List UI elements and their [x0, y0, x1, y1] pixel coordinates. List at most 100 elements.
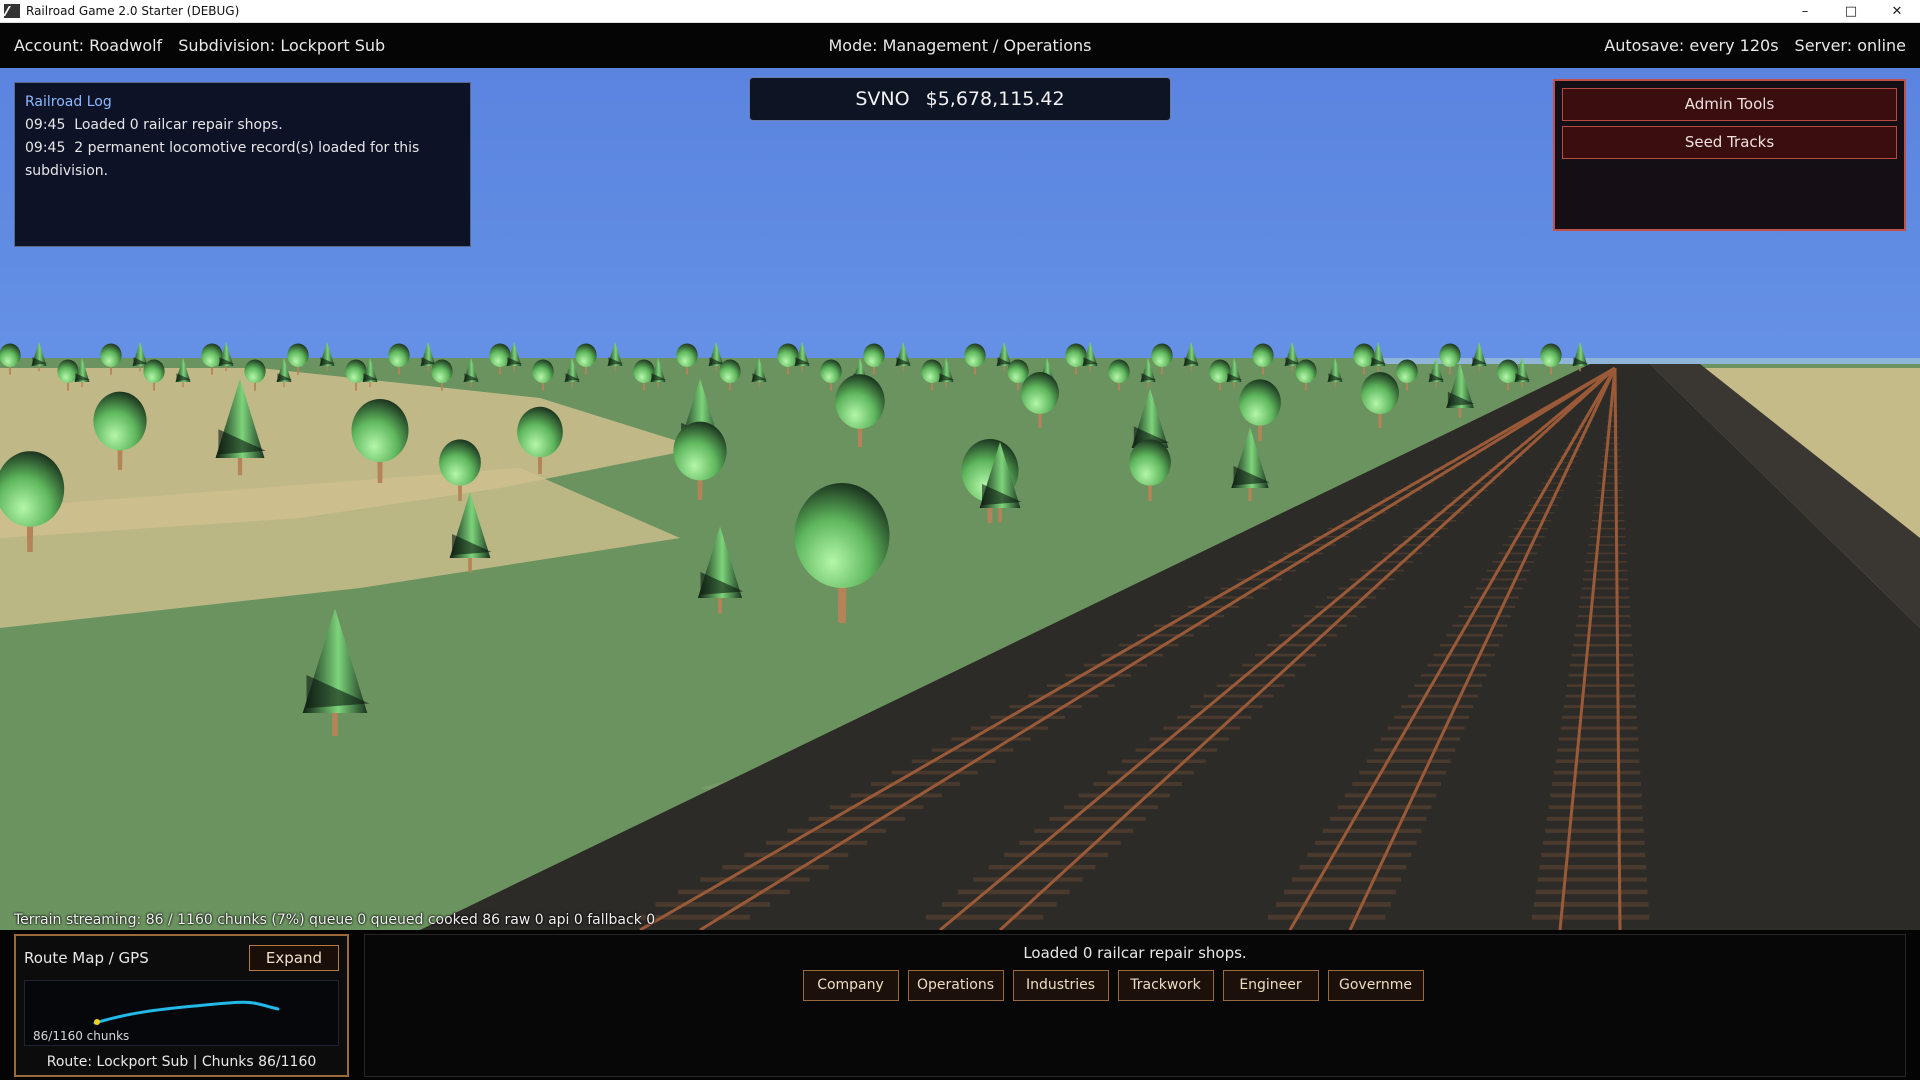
tree-foliage	[100, 343, 122, 367]
tree-foliage	[1129, 439, 1171, 486]
tree-foliage	[143, 359, 165, 383]
tree-trunk	[237, 458, 243, 476]
tree-trunk	[1334, 382, 1336, 388]
log-entry: 09:45 Loaded 0 railcar repair shops.	[25, 114, 460, 137]
expand-map-button[interactable]: Expand	[248, 945, 339, 971]
tree-trunk	[1248, 488, 1252, 502]
railroad-log-panel[interactable]: Railroad Log 09:45 Loaded 0 railcar repa…	[14, 82, 471, 247]
tree-trunk	[998, 508, 1002, 523]
autosave-label: Autosave: every 120s	[1604, 36, 1779, 55]
tree-foliage	[517, 406, 563, 458]
seed-tracks-button[interactable]: Seed Tracks	[1562, 126, 1897, 159]
tree-trunk	[758, 382, 760, 388]
ops-status-message: Loaded 0 railcar repair shops.	[1023, 944, 1247, 962]
window-title-bar: Railroad Game 2.0 Starter (DEBUG) – □ ✕	[0, 0, 1920, 23]
tab-engineer[interactable]: Engineer	[1222, 970, 1319, 1001]
tree-trunk	[657, 382, 659, 388]
tree-foliage	[1540, 343, 1562, 367]
tree-trunk	[1458, 408, 1462, 418]
tree-foliage	[1239, 379, 1281, 426]
log-entry-text: Loaded 0 railcar repair shops.	[74, 117, 283, 133]
tab-trackwork[interactable]: Trackwork	[1117, 970, 1214, 1001]
close-button[interactable]: ✕	[1874, 0, 1920, 23]
tree-foliage	[1151, 343, 1173, 367]
tree-trunk	[225, 366, 227, 372]
tree-foliage	[1295, 359, 1317, 383]
tree-foliage	[388, 343, 410, 367]
server-status: Server: online	[1794, 36, 1906, 55]
tree-trunk	[1147, 382, 1149, 388]
tree-trunk	[571, 382, 573, 388]
tree-foliage	[719, 359, 741, 383]
minimap[interactable]: 86/1160 chunks	[24, 980, 339, 1046]
tree-foliage	[1252, 343, 1274, 367]
tree-foliage	[351, 399, 409, 462]
minimap-chunks-label: 86/1160 chunks	[33, 1029, 130, 1043]
route-map-panel: Route Map / GPS Expand 86/1160 chunks Ro…	[14, 934, 349, 1077]
tree-foliage	[431, 359, 453, 383]
tree-foliage	[835, 374, 885, 429]
tree-trunk	[468, 558, 472, 573]
tree-trunk	[513, 366, 515, 372]
tree-foliage	[676, 343, 698, 367]
company-balance: SVNO $5,678,115.42	[749, 77, 1171, 121]
window-title: Railroad Game 2.0 Starter (DEBUG)	[26, 4, 240, 18]
reporting-mark: SVNO	[855, 88, 910, 110]
tree-foliage	[93, 391, 147, 451]
tree-foliage	[794, 483, 890, 588]
tree-trunk	[715, 366, 717, 372]
tree-foliage	[244, 359, 266, 383]
minimize-button[interactable]: –	[1782, 0, 1828, 23]
tree-foliage	[820, 359, 842, 383]
tree-trunk	[1377, 366, 1379, 372]
tree-foliage	[863, 343, 885, 367]
admin-tools-button[interactable]: Admin Tools	[1562, 88, 1897, 121]
tree-trunk	[1089, 366, 1091, 372]
tree-trunk	[902, 366, 904, 372]
tree-trunk	[427, 366, 429, 372]
tab-company[interactable]: Company	[802, 970, 899, 1001]
tree-trunk	[1003, 366, 1005, 372]
tree-foliage	[1021, 372, 1059, 414]
tree-foliage	[1361, 372, 1399, 414]
subdivision-label: Subdivision: Lockport Sub	[178, 36, 386, 55]
tab-operations[interactable]: Operations	[907, 970, 1004, 1001]
route-map-title: Route Map / GPS	[24, 949, 149, 967]
operations-panel: Loaded 0 railcar repair shops. Company O…	[364, 934, 1906, 1077]
tab-government[interactable]: Governme	[1327, 970, 1424, 1001]
tree-foliage	[439, 439, 481, 486]
tree-trunk	[614, 366, 616, 372]
tree-foliage	[673, 421, 727, 481]
tree-trunk	[470, 382, 472, 388]
log-title: Railroad Log	[25, 94, 112, 110]
tree-foliage	[575, 343, 597, 367]
log-entry-time: 09:45	[25, 117, 66, 133]
distant-water	[1380, 358, 1920, 364]
tree-trunk	[718, 598, 722, 614]
tree-trunk	[1435, 382, 1437, 388]
account-label: Account: Roadwolf	[14, 36, 163, 55]
tree-trunk	[139, 366, 141, 372]
tree-trunk	[1291, 366, 1293, 372]
tree-trunk	[369, 382, 371, 388]
tree-foliage	[964, 343, 986, 367]
tree-trunk	[81, 382, 83, 388]
tree-foliage	[1007, 359, 1029, 383]
log-entry-time: 09:45	[25, 140, 66, 156]
tree-trunk	[1233, 382, 1235, 388]
admin-panel: Admin Tools Seed Tracks	[1553, 79, 1906, 231]
tree-foliage	[287, 343, 309, 367]
tree-trunk	[38, 366, 40, 372]
tree-trunk	[1521, 382, 1523, 388]
top-hud: Account: Roadwolf Subdivision: Lockport …	[0, 23, 1920, 68]
maximize-button[interactable]: □	[1828, 0, 1874, 23]
tree-trunk	[332, 713, 338, 736]
tree-trunk	[801, 366, 803, 372]
tab-industries[interactable]: Industries	[1012, 970, 1109, 1001]
route-map-footer: Route: Lockport Sub | Chunks 86/1160	[46, 1054, 317, 1070]
mode-label: Mode: Management / Operations	[828, 36, 1092, 55]
tree-trunk	[283, 382, 285, 388]
tree-trunk	[1478, 366, 1480, 372]
tree-trunk	[1579, 366, 1581, 372]
balance-amount: $5,678,115.42	[925, 88, 1065, 110]
